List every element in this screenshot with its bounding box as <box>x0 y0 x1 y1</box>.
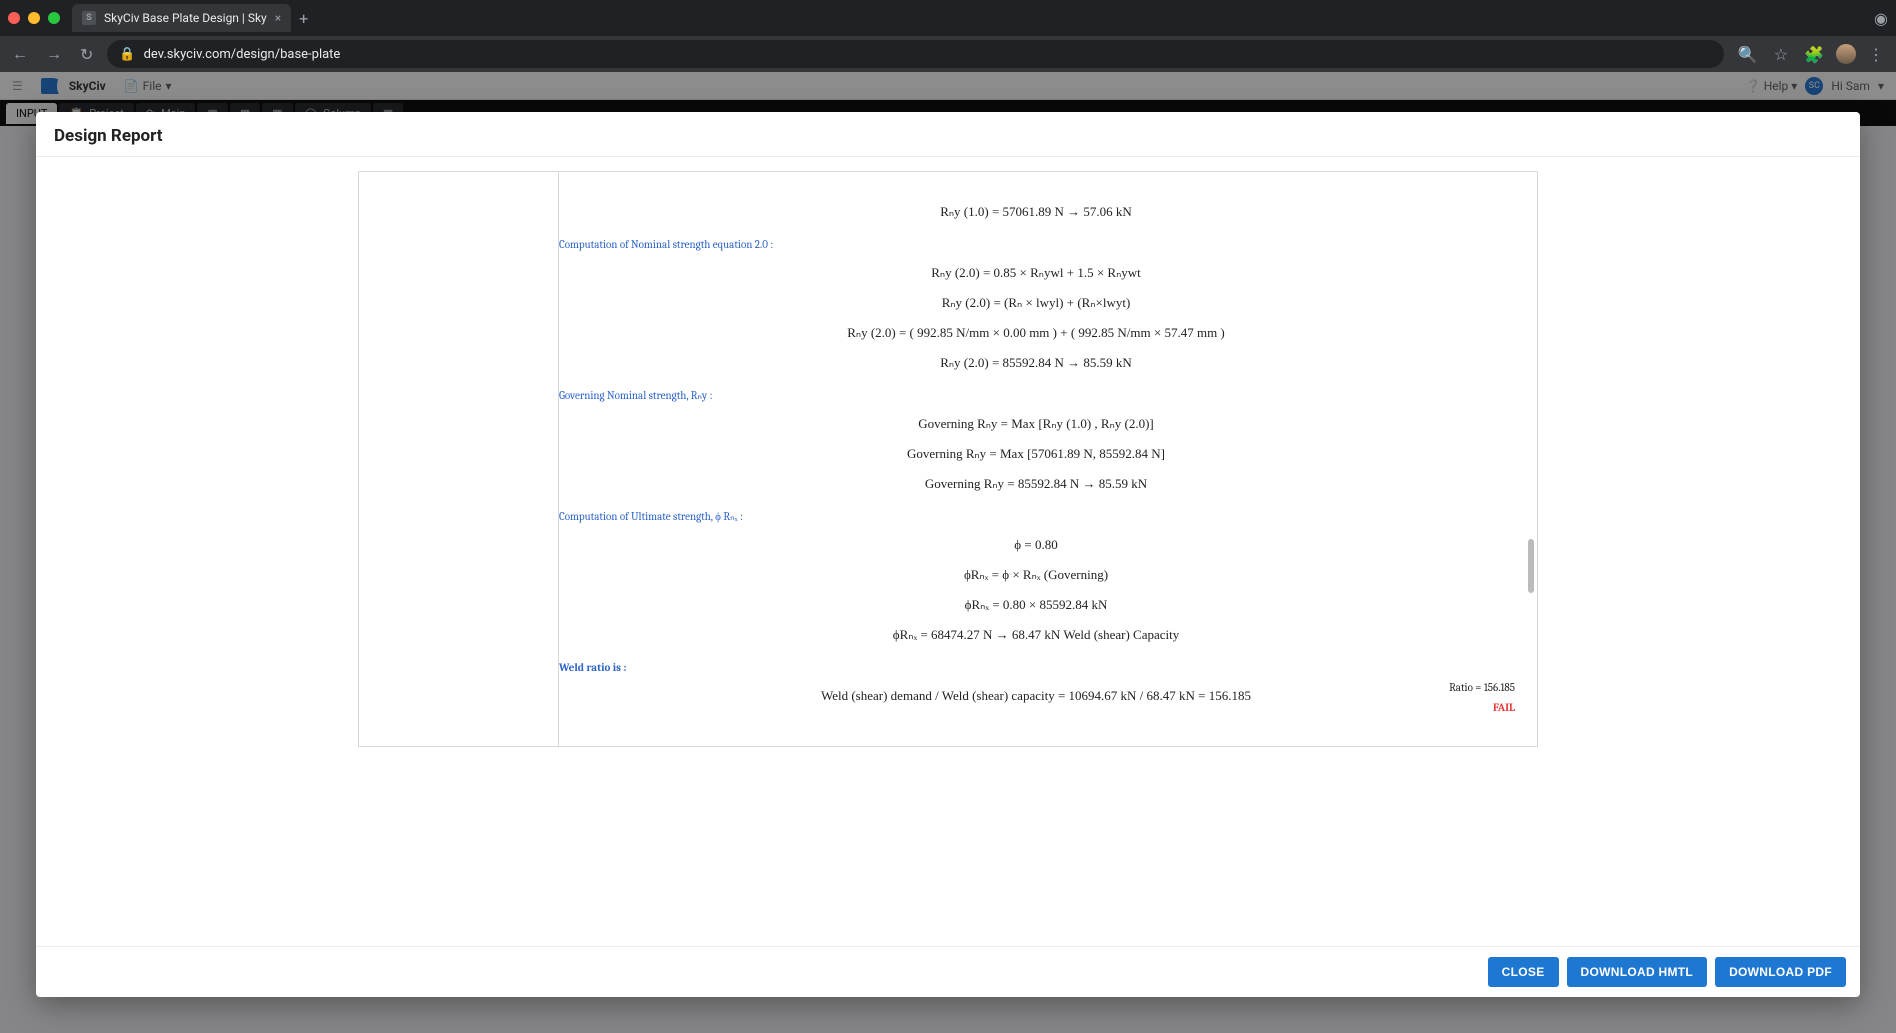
app-viewport: ☰ SkyCiv 📄 File ▾ ❔ Help ▾ SC Hi Sam ▾ I… <box>0 72 1896 1033</box>
status-badge: FAIL <box>1493 701 1515 714</box>
page-left-margin <box>359 172 559 746</box>
window-controls <box>8 12 60 24</box>
equation-text: ϕ = 0.80 <box>559 537 1513 553</box>
browser-tabstrip: S SkyCiv Base Plate Design | Sky × + ◉ <box>0 0 1896 36</box>
close-button[interactable]: CLOSE <box>1488 957 1559 987</box>
url-text: dev.skyciv.com/design/base-plate <box>144 47 341 62</box>
browser-tab[interactable]: S SkyCiv Base Plate Design | Sky × <box>72 4 291 32</box>
report-page: Rₙy (1.0) = 57061.89 N → 57.06 kN Comput… <box>358 171 1538 747</box>
equation-text: Governing Rₙy = 85592.84 N → 85.59 kN <box>559 476 1513 492</box>
profile-avatar-icon[interactable] <box>1836 44 1856 64</box>
modal-title: Design Report <box>36 112 1860 157</box>
modal-footer: CLOSE DOWNLOAD HMTL DOWNLOAD PDF <box>36 946 1860 997</box>
lock-icon: 🔒 <box>119 47 135 62</box>
equation-text: ϕRₙₓ = ϕ × Rₙₓ (Governing) <box>559 567 1513 583</box>
report-content: Rₙy (1.0) = 57061.89 N → 57.06 kN Comput… <box>559 204 1513 704</box>
minimize-window-button[interactable] <box>28 12 40 24</box>
equation-text: Rₙy (2.0) = 0.85 × Rₙywl + 1.5 × Rₙywt <box>559 265 1513 281</box>
forward-button[interactable]: → <box>42 40 66 68</box>
modal-body-scroll[interactable]: Rₙy (1.0) = 57061.89 N → 57.06 kN Comput… <box>36 157 1860 946</box>
close-tab-icon[interactable]: × <box>275 11 281 25</box>
back-button[interactable]: ← <box>8 40 32 68</box>
equation-text: Rₙy (2.0) = (Rₙ × lwyl) + (Rₙ×lwyt) <box>559 295 1513 311</box>
equation-text: Governing Rₙy = Max [57061.89 N, 85592.8… <box>559 446 1513 462</box>
equation-text: Rₙy (2.0) = 85592.84 N → 85.59 kN <box>559 355 1513 371</box>
search-icon[interactable]: 🔍 <box>1734 41 1762 68</box>
section-heading: Computation of Nominal strength equation… <box>559 238 1513 251</box>
ratio-label: Ratio = <box>1449 681 1484 694</box>
extensions-icon[interactable]: 🧩 <box>1800 41 1828 68</box>
kebab-menu-icon[interactable]: ⋮ <box>1864 41 1888 68</box>
download-html-button[interactable]: DOWNLOAD HMTL <box>1567 957 1708 987</box>
design-report-modal: Design Report Rₙy (1.0) = 57061.89 N → 5… <box>36 112 1860 997</box>
browser-toolbar: ← → ↻ 🔒 dev.skyciv.com/design/base-plate… <box>0 36 1896 72</box>
section-heading: Weld ratio is : <box>559 661 1513 674</box>
address-bar[interactable]: 🔒 dev.skyciv.com/design/base-plate <box>107 40 1723 68</box>
close-window-button[interactable] <box>8 12 20 24</box>
download-pdf-button[interactable]: DOWNLOAD PDF <box>1715 957 1846 987</box>
scrollbar-thumb[interactable] <box>1528 539 1534 593</box>
account-menu-icon[interactable]: ◉ <box>1874 9 1888 28</box>
tab-title: SkyCiv Base Plate Design | Sky <box>104 11 267 25</box>
equation-text: Governing Rₙy = Max [Rₙy (1.0) , Rₙy (2.… <box>559 416 1513 432</box>
equation-text: Rₙy (2.0) = ( 992.85 N/mm × 0.00 mm ) + … <box>559 325 1513 341</box>
equation-text: ϕRₙₓ = 68474.27 N → 68.47 kN Weld (shear… <box>559 627 1513 643</box>
section-heading: Computation of Ultimate strength, ϕ Rₙₓ … <box>559 510 1513 523</box>
favicon-icon: S <box>82 11 96 25</box>
new-tab-button[interactable]: + <box>299 9 308 28</box>
bookmark-star-icon[interactable]: ☆ <box>1770 41 1792 68</box>
equation-text: Weld (shear) demand / Weld (shear) capac… <box>559 688 1513 704</box>
section-heading: Governing Nominal strength, Rₙy : <box>559 389 1513 402</box>
reload-button[interactable]: ↻ <box>76 41 97 68</box>
ratio-readout: Ratio = 156.185 <box>1449 681 1515 694</box>
maximize-window-button[interactable] <box>48 12 60 24</box>
equation-text: ϕRₙₓ = 0.80 × 85592.84 kN <box>559 597 1513 613</box>
ratio-value: 156.185 <box>1484 681 1515 694</box>
equation-text: Rₙy (1.0) = 57061.89 N → 57.06 kN <box>559 204 1513 220</box>
